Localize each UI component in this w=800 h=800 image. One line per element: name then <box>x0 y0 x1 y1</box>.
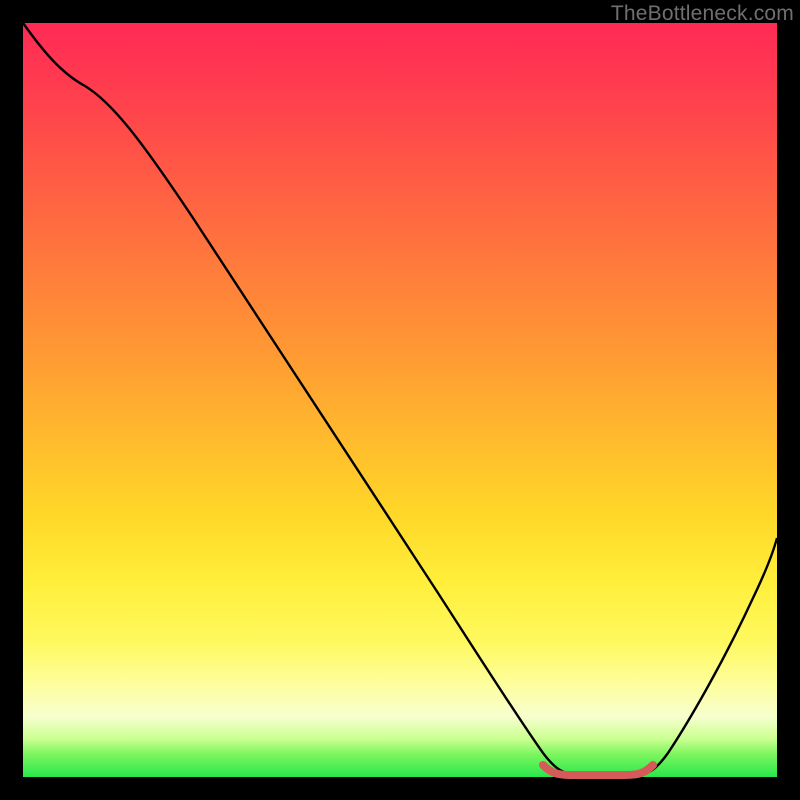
plot-area <box>23 23 777 777</box>
bottleneck-curve-path <box>23 23 777 775</box>
bottleneck-curve-svg <box>23 23 777 777</box>
chart-frame: TheBottleneck.com <box>0 0 800 800</box>
